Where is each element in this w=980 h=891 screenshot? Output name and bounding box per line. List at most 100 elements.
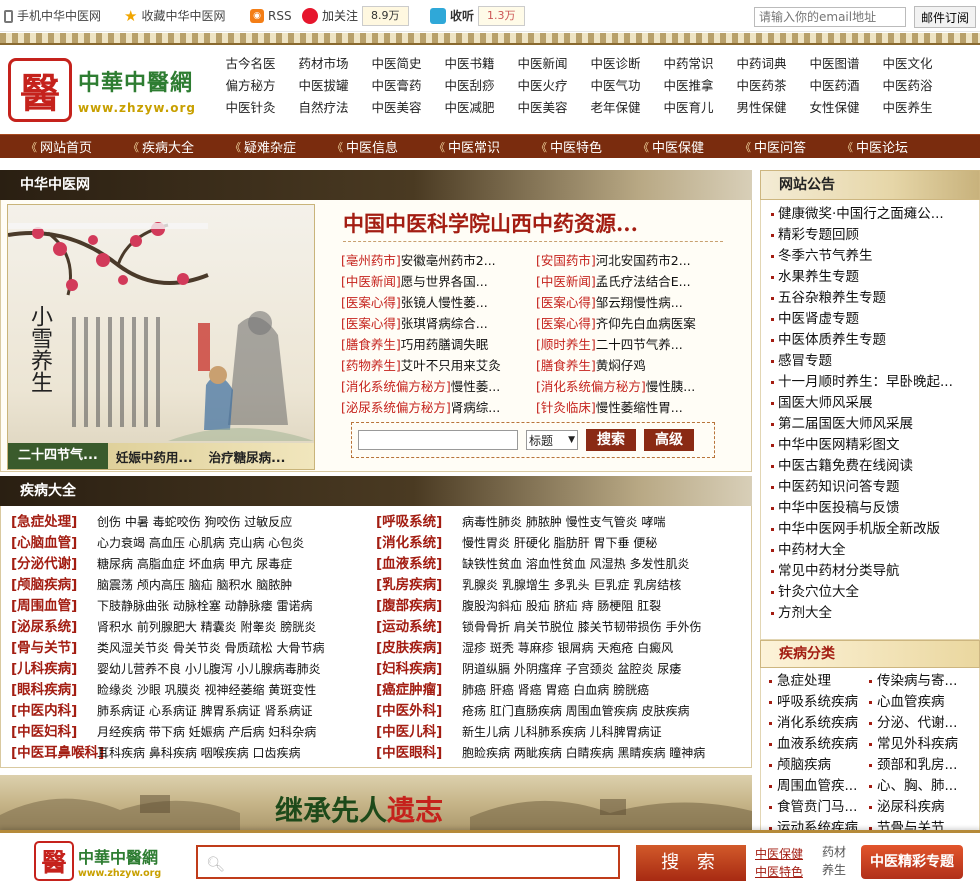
news-item[interactable]: [医案心得]张镜人慢性萎... <box>341 292 536 313</box>
disease-items[interactable]: 类风湿关节炎 骨关节炎 骨质疏松 大骨节病 <box>97 638 324 659</box>
footer-link[interactable]: 中医特色 <box>755 863 810 881</box>
header-link[interactable]: 男性保健 <box>725 99 798 117</box>
disease-category-link[interactable]: [中医耳鼻喉科] <box>11 743 104 764</box>
news-item[interactable]: [中医新闻]孟氏疗法结合E... <box>536 271 731 292</box>
disease-category-item[interactable]: 分泌、代谢... <box>869 713 979 734</box>
disease-category-item[interactable]: 颅脑疾病 <box>769 755 869 776</box>
news-item[interactable]: [中医新闻]愿与世界各国... <box>341 271 536 292</box>
news-item[interactable]: [泌尿系统偏方秘方]肾病综... <box>341 397 536 418</box>
header-link[interactable]: 中医针灸 <box>214 99 287 117</box>
nav-item[interactable]: 疾病大全 <box>128 137 230 156</box>
featured-image[interactable]: 小雪养生 二十四节气... 妊娠中药用... 治疗糖尿病... <box>7 204 315 470</box>
nav-item[interactable]: 中医论坛 <box>842 137 944 156</box>
header-link[interactable]: 中医书籍 <box>433 55 506 73</box>
header-link[interactable]: 老年保健 <box>579 99 652 117</box>
disease-items[interactable]: 糖尿病 高脂血症 坏血病 甲亢 尿毒症 <box>97 554 292 575</box>
disease-category-item[interactable]: 周围血管疾... <box>769 776 869 797</box>
header-link[interactable]: 中药常识 <box>652 55 725 73</box>
disease-items[interactable]: 耳科疾病 鼻科疾病 咽喉疾病 口齿疾病 <box>97 743 300 764</box>
announce-item[interactable]: 第二届国医大师风采展 <box>771 414 979 435</box>
search-input[interactable] <box>358 430 518 450</box>
announce-item[interactable]: 针灸穴位大全 <box>771 582 979 603</box>
announce-item[interactable]: 感冒专题 <box>771 351 979 372</box>
header-link[interactable]: 中医拔罐 <box>287 77 360 95</box>
special-topics-button[interactable]: 中医精彩专题 <box>861 845 963 879</box>
news-item[interactable]: [医案心得]邹云翔慢性病... <box>536 292 731 313</box>
announce-item[interactable]: 国医大师风采展 <box>771 393 979 414</box>
header-link[interactable]: 中医文化 <box>871 55 944 73</box>
disease-items[interactable]: 腹股沟斜疝 股疝 脐疝 痔 肠梗阻 肛裂 <box>462 596 661 617</box>
footer-search-button[interactable]: 搜 索 <box>636 845 746 881</box>
nav-item[interactable]: 中医常识 <box>434 137 536 156</box>
header-link[interactable]: 中医膏药 <box>360 77 433 95</box>
header-link[interactable]: 中医火疗 <box>506 77 579 95</box>
caption-item[interactable]: 治疗糖尿病... <box>201 447 294 466</box>
headline-link[interactable]: 中国中医科学院山西中药资源... <box>343 208 638 238</box>
disease-category-item[interactable]: 颈部和乳房... <box>869 755 979 776</box>
announce-item[interactable]: 中医体质养生专题 <box>771 330 979 351</box>
disease-category-item[interactable]: 呼吸系统疾病 <box>769 692 869 713</box>
disease-category-link[interactable]: [中医内科] <box>11 701 97 722</box>
header-link[interactable]: 中医刮痧 <box>433 77 506 95</box>
disease-items[interactable]: 阴道纵膈 外阴瘙痒 子宫颈炎 盆腔炎 尿痿 <box>462 659 681 680</box>
nav-item[interactable]: 中医保健 <box>638 137 740 156</box>
disease-category-item[interactable]: 食管贲门马... <box>769 797 869 818</box>
announce-item[interactable]: 中华中医网手机版全新改版 <box>771 519 979 540</box>
news-item[interactable]: [消化系统偏方秘方]慢性萎... <box>341 376 536 397</box>
banner-scenery[interactable]: 继承先人遗志 <box>0 775 752 835</box>
disease-category-item[interactable]: 消化系统疾病 <box>769 713 869 734</box>
disease-category-link[interactable]: [皮肤疾病] <box>376 638 462 659</box>
header-link[interactable]: 中医养生 <box>871 99 944 117</box>
news-item[interactable]: [顺时养生]二十四节气养... <box>536 334 731 355</box>
nav-item[interactable]: 中医特色 <box>536 137 638 156</box>
nav-item[interactable]: 网站首页 <box>26 137 128 156</box>
weibo-follow-button[interactable]: 加关注 8.9万 <box>302 6 409 26</box>
header-link[interactable]: 女性保健 <box>798 99 871 117</box>
header-link[interactable]: 中医新闻 <box>506 55 579 73</box>
announce-item[interactable]: 精彩专题回顾 <box>771 225 979 246</box>
disease-items[interactable]: 心力衰竭 高血压 心肌病 克山病 心包炎 <box>97 533 304 554</box>
header-link[interactable]: 中医药茶 <box>725 77 798 95</box>
disease-items[interactable]: 胞睑疾病 两眦疾病 白睛疾病 黑睛疾病 瞳神病 <box>462 743 705 764</box>
disease-category-link[interactable]: [中医儿科] <box>376 722 462 743</box>
header-link[interactable]: 偏方秘方 <box>214 77 287 95</box>
footer-link[interactable]: 中医保健 <box>755 845 810 863</box>
announce-item[interactable]: 常见中药材分类导航 <box>771 561 979 582</box>
email-input[interactable] <box>754 7 906 27</box>
email-subscribe-button[interactable]: 邮件订阅 <box>914 6 976 28</box>
announce-item[interactable]: 中药材大全 <box>771 540 979 561</box>
nav-item[interactable]: 中医问答 <box>740 137 842 156</box>
disease-category-link[interactable]: [儿科疾病] <box>11 659 97 680</box>
disease-category-item[interactable]: 心血管疾病 <box>869 692 979 713</box>
header-link[interactable]: 中医药酒 <box>798 77 871 95</box>
disease-category-link[interactable]: [呼吸系统] <box>376 512 462 533</box>
header-link[interactable]: 药材市场 <box>287 55 360 73</box>
disease-category-link[interactable]: [泌尿系统] <box>11 617 97 638</box>
disease-items[interactable]: 乳腺炎 乳腺增生 多乳头 巨乳症 乳房结核 <box>462 575 681 596</box>
news-item[interactable]: [针灸临床]慢性萎缩性胃... <box>536 397 731 418</box>
disease-category-item[interactable]: 常见外科疾病 <box>869 734 979 755</box>
disease-category-link[interactable]: [血液系统] <box>376 554 462 575</box>
disease-category-link[interactable]: [眼科疾病] <box>11 680 97 701</box>
disease-category-link[interactable]: [分泌代谢] <box>11 554 97 575</box>
header-link[interactable]: 中医推拿 <box>652 77 725 95</box>
tencent-follow-button[interactable]: 收听 1.3万 <box>430 6 525 26</box>
disease-category-link[interactable]: [癌症肿瘤] <box>376 680 462 701</box>
nav-item[interactable]: 中医信息 <box>332 137 434 156</box>
news-item[interactable]: [安国药市]河北安国药市2... <box>536 250 731 271</box>
search-button[interactable]: 搜索 <box>586 429 636 451</box>
footer-logo[interactable]: 醫 中華中醫網 www.zhzyw.org <box>34 841 161 881</box>
nav-item[interactable]: 疑难杂症 <box>230 137 332 156</box>
news-item[interactable]: [消化系统偏方秘方]慢性胰... <box>536 376 731 397</box>
disease-items[interactable]: 慢性胃炎 肝硬化 脂肪肝 胃下垂 便秘 <box>462 533 657 554</box>
disease-items[interactable]: 肺系病证 心系病证 脾胃系病证 肾系病证 <box>97 701 312 722</box>
disease-category-link[interactable]: [妇科疾病] <box>376 659 462 680</box>
disease-category-item[interactable]: 传染病与寄... <box>869 671 979 692</box>
announce-item[interactable]: 健康微奖·中国行之面瘫公... <box>771 204 979 225</box>
disease-category-link[interactable]: [腹部疾病] <box>376 596 462 617</box>
disease-category-link[interactable]: [急症处理] <box>11 512 97 533</box>
header-link[interactable]: 中医气功 <box>579 77 652 95</box>
footer-search-input[interactable]: 🔍︎ <box>196 845 620 879</box>
disease-category-item[interactable]: 心、胸、肺... <box>869 776 979 797</box>
search-type-select[interactable]: 标题 ▼ <box>526 430 578 450</box>
